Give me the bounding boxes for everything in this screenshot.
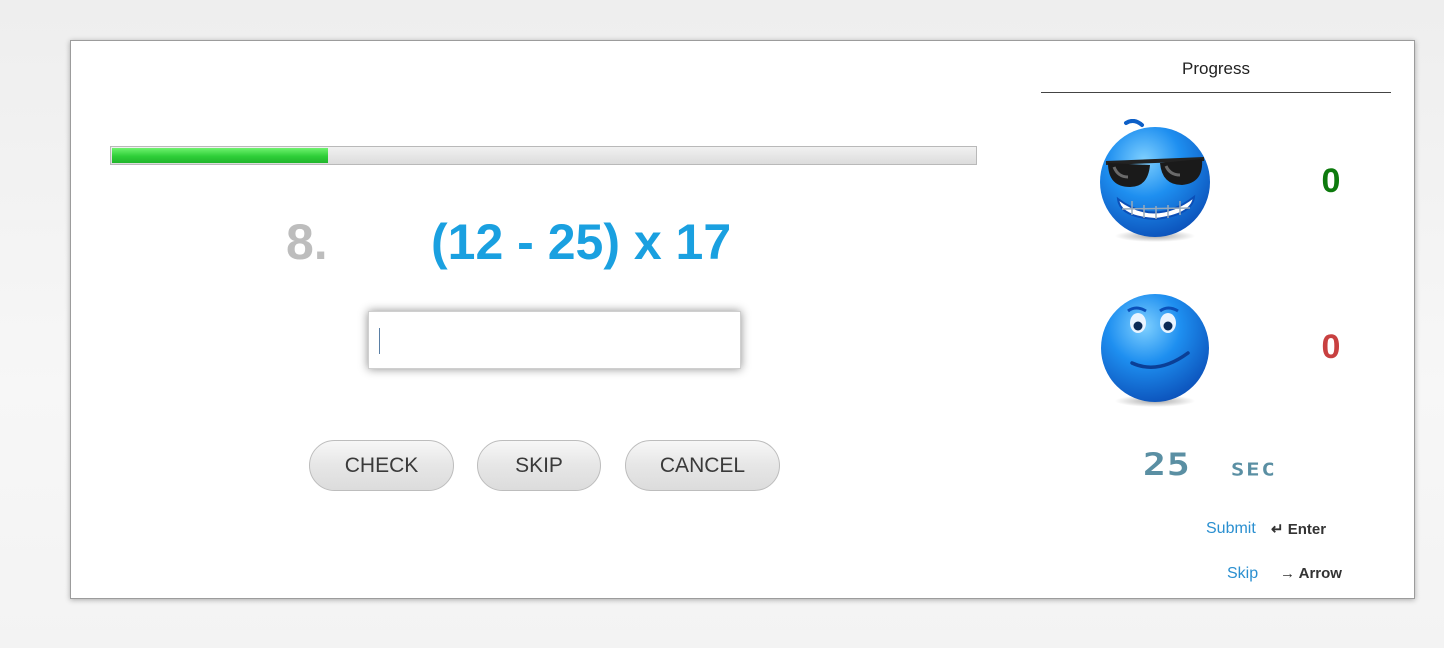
answer-input[interactable] bbox=[368, 311, 741, 369]
enter-key-hint: ↵ Enter bbox=[1271, 521, 1327, 538]
wrong-count: 0 bbox=[1321, 328, 1341, 366]
cancel-button[interactable]: CANCEL bbox=[625, 440, 780, 491]
skip-button[interactable]: SKIP bbox=[477, 440, 601, 491]
timer-unit: SEC bbox=[1231, 460, 1277, 481]
question-number: 8. bbox=[286, 214, 328, 270]
text-caret bbox=[379, 328, 380, 354]
timer-value: 25 bbox=[1143, 446, 1191, 483]
quiz-progress-fill bbox=[112, 148, 328, 163]
arrow-key-hint: → Arrow bbox=[1280, 565, 1342, 582]
correct-count: 0 bbox=[1321, 162, 1341, 200]
check-button[interactable]: CHECK bbox=[309, 440, 454, 491]
quiz-progress-bar bbox=[110, 146, 977, 165]
submit-hint-link[interactable]: Submit bbox=[1206, 519, 1256, 539]
cool-sunglasses-emoji-icon bbox=[1096, 118, 1214, 244]
progress-divider bbox=[1041, 92, 1391, 93]
skip-hint-link[interactable]: Skip bbox=[1227, 564, 1258, 584]
question-expression: (12 - 25) x 17 bbox=[431, 214, 732, 270]
smiling-emoji-icon bbox=[1096, 291, 1214, 409]
quiz-card: 8. (12 - 25) x 17 CHECK SKIP CANCEL Prog… bbox=[70, 40, 1415, 599]
progress-title: Progress bbox=[1181, 59, 1251, 78]
